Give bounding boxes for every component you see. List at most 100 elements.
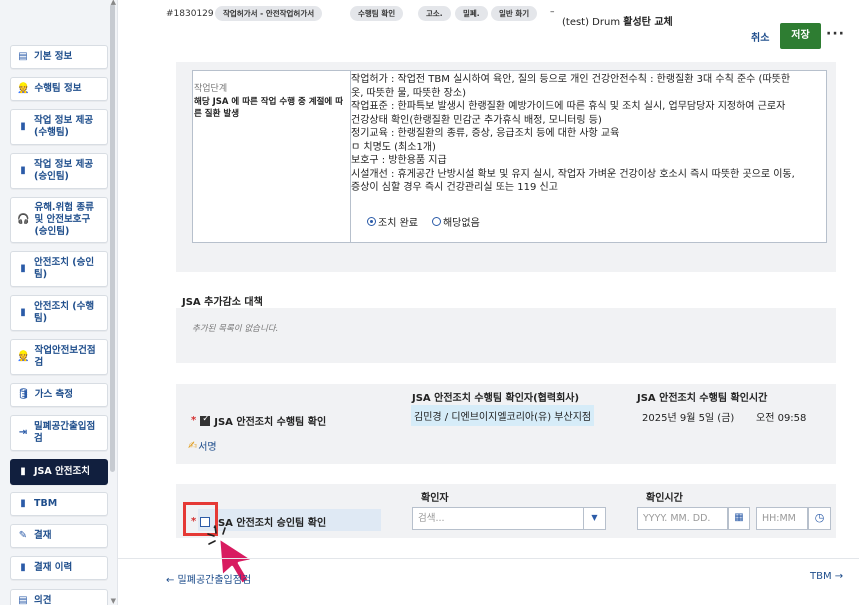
sidebar-item-label: 밀폐공간출입점검 [34, 421, 96, 444]
radio-unchecked-icon [431, 217, 441, 226]
sidebar-item-safety-approver[interactable]: ▮ 안전조치 (승인팀) [10, 251, 108, 287]
sidebar-item-label: 작업 정보 제공 (수행팀) [34, 115, 94, 138]
gas-icon: 🛢 [17, 389, 30, 400]
measure-status-radios: 조치 완료 해당없음 [367, 214, 480, 229]
performer-time-value: 오전 09:58 [756, 413, 807, 424]
approver-time-header: 확인시간 [646, 493, 683, 504]
more-menu-button[interactable]: ··· [826, 26, 845, 42]
sidebar-item-basic-info[interactable]: ▤ 기본 정보 [10, 45, 108, 69]
sidebar-item-tbm[interactable]: ▮ TBM [10, 492, 108, 516]
tag-confined: 밀폐. [455, 6, 488, 21]
sidebar-item-approval[interactable]: ✎ 결재 [10, 524, 108, 548]
approver-dropdown-button[interactable]: ▼ [583, 507, 606, 530]
prev-section-link[interactable]: ← 밀폐공간출입점검 [166, 571, 251, 586]
measure-line: 작업표준 : 한파특보 발생시 한랭질환 예방가이드에 따른 휴식 및 조치 실… [351, 101, 786, 112]
page-title: (test) Drum 활성탄 교체 [562, 13, 673, 28]
jsa-step-table: 작업단계 해당 JSA 에 따른 작업 수행 중 계절에 따른 질환 발생 작업… [192, 70, 827, 243]
chevron-down-icon: ▼ [591, 513, 598, 522]
measure-line: 건강상태 확인(한랭질환 민감군 추가휴식 배정, 모니터링 등) [351, 114, 602, 126]
sidebar: ▲ ▼ ▤ 기본 정보 👷 수행팀 정보 ▮ 작업 정보 제공 (수행팀) ▮ … [0, 0, 118, 605]
confirm-date-input[interactable]: YYYY. MM. DD. [637, 507, 728, 530]
measure-line: 옷, 따뜻한 물, 따뜻한 장소) [351, 87, 466, 99]
radio-done[interactable]: 조치 완료 [367, 214, 418, 229]
sidebar-item-comments[interactable]: ▤ 의견 [10, 589, 108, 605]
next-section-link[interactable]: TBM → [810, 571, 843, 582]
cancel-button[interactable]: 취소 [751, 29, 769, 44]
sidebar-scrollbar[interactable] [110, 4, 115, 472]
tag-hotwork: 일반 화기 [491, 6, 538, 21]
measure-line: 보호구 : 방한용품 지급 [351, 155, 447, 166]
title-prefix: (test) Drum [562, 17, 621, 28]
sidebar-item-label: 유해.위험 종류 및 안전보호구 (승인팀) [34, 202, 94, 237]
pen-icon: ✎ [18, 530, 28, 541]
footer-divider [118, 558, 859, 559]
radio-done-label: 조치 완료 [378, 218, 418, 229]
worker-icon: 👷 [17, 351, 30, 362]
measure-line: 정기교육 : 한랭질환의 종류, 증상, 응급조치 등에 대한 사항 교육 [351, 128, 620, 139]
sidebar-item-work-info-approver[interactable]: ▮ 작업 정보 제공 (승인팀) [10, 153, 108, 189]
performer-confirm-label: JSA 안전조치 수행팀 확인 [214, 417, 327, 428]
radio-na-label: 해당없음 [442, 218, 480, 229]
sidebar-item-label: 가스 측정 [34, 389, 73, 400]
signature-pen-icon: ✍ [188, 439, 198, 452]
radio-not-applicable[interactable]: 해당없음 [431, 214, 480, 229]
sidebar-item-hazard-ppe[interactable]: 🎧 유해.위험 종류 및 안전보호구 (승인팀) [10, 197, 108, 243]
performer-confirm-checkbox[interactable]: * JSA 안전조치 수행팀 확인 [191, 413, 327, 429]
sidebar-item-confined-space[interactable]: ⇥ 밀폐공간출입점검 [10, 415, 108, 451]
comment-icon: ▤ [18, 595, 28, 605]
entry-icon: ⇥ [18, 427, 28, 438]
additional-measures-title: JSA 추가감소 대책 [182, 297, 263, 308]
additional-measures-panel [176, 308, 836, 363]
scroll-down-icon[interactable]: ▼ [111, 597, 116, 605]
confirm-time-input[interactable]: HH:MM [756, 507, 808, 530]
sidebar-item-gas[interactable]: 🛢 가스 측정 [10, 383, 108, 407]
performer-name-header: JSA 안전조치 수행팀 확인자(협력회사) [412, 393, 580, 404]
signature-link[interactable]: ✍ 서명 [188, 438, 217, 453]
sidebar-item-label: 안전조치 (수행팀) [34, 301, 95, 324]
document-code: #1830129 [166, 9, 214, 19]
document-icon: ▮ [20, 121, 26, 132]
stage-description: 해당 JSA 에 따른 작업 수행 중 계절에 따른 질환 발생 [194, 97, 344, 119]
calendar-button[interactable]: ▦ [728, 507, 750, 530]
sidebar-item-label: 작업 정보 제공 (승인팀) [34, 159, 94, 182]
approver-name-header: 확인자 [421, 493, 449, 504]
measure-line: 증상이 심할 경우 즉시 건강관리실 또는 119 신고 [351, 182, 558, 193]
performer-time-header: JSA 안전조치 수행팀 확인시간 [637, 393, 768, 404]
sidebar-item-label: 수행팀 정보 [34, 83, 82, 94]
approver-search-input[interactable]: 검색... [412, 507, 584, 530]
sidebar-item-approval-history[interactable]: ▮ 결재 이력 [10, 556, 108, 580]
save-button[interactable]: 저장 [780, 23, 821, 49]
stage-label: 작업단계 [194, 84, 228, 94]
tag-stage: 수행팀 확인 [350, 6, 404, 21]
measure-line: ㅁ 치명도 (최소1개) [351, 141, 436, 153]
scroll-up-icon[interactable]: ▲ [111, 0, 116, 6]
sidebar-item-label: 안전조치 (승인팀) [34, 257, 95, 280]
sidebar-item-safety-performer[interactable]: ▮ 안전조치 (수행팀) [10, 295, 108, 331]
sidebar-item-team-info[interactable]: 👷 수행팀 정보 [10, 77, 108, 101]
measure-line: 작업허가 : 작업전 TBM 실시하여 육안, 질의 등으로 개인 건강안전수칙… [351, 74, 791, 85]
calendar-icon: ▦ [734, 512, 744, 523]
document-icon: ▮ [20, 263, 26, 274]
document-icon: ▮ [20, 562, 26, 573]
jsa-measures-cell: 작업허가 : 작업전 TBM 실시하여 육안, 질의 등으로 개인 건강안전수칙… [351, 71, 826, 195]
sidebar-item-work-info-performer[interactable]: ▮ 작업 정보 제공 (수행팀) [10, 109, 108, 145]
sidebar-item-label: 기본 정보 [34, 51, 73, 62]
title-main: 활성탄 교체 [623, 17, 673, 28]
radio-checked-icon [367, 217, 376, 226]
required-mark: * [191, 415, 197, 426]
empty-list-note: 추가된 목록이 없습니다. [192, 324, 279, 334]
measure-line: 시설개선 : 휴게공간 난방시설 확보 및 유지 실시, 작업자 가벼운 건강이… [351, 168, 795, 180]
headset-icon: 🎧 [17, 214, 30, 225]
sidebar-item-label: 결재 [34, 530, 52, 541]
sidebar-item-label: TBM [34, 498, 58, 509]
tag-height: 고소. [418, 6, 451, 21]
sidebar-item-jsa[interactable]: ▮ JSA 안전조치 [10, 459, 108, 485]
clock-icon: ◷ [814, 511, 825, 524]
document-icon: ▮ [20, 466, 26, 477]
team-icon: 👷 [17, 83, 30, 94]
performer-name-value: 김민경 / 디엔브이지엘코리아(유) 부산지점 [411, 405, 595, 426]
clock-button[interactable]: ◷ [808, 507, 831, 530]
tag-permit-type: 작업허가서 - 안전작업허가서 [215, 6, 323, 21]
sidebar-item-safety-check[interactable]: 👷 작업안전보건점검 [10, 339, 108, 375]
checkbox-checked-icon [200, 414, 211, 426]
